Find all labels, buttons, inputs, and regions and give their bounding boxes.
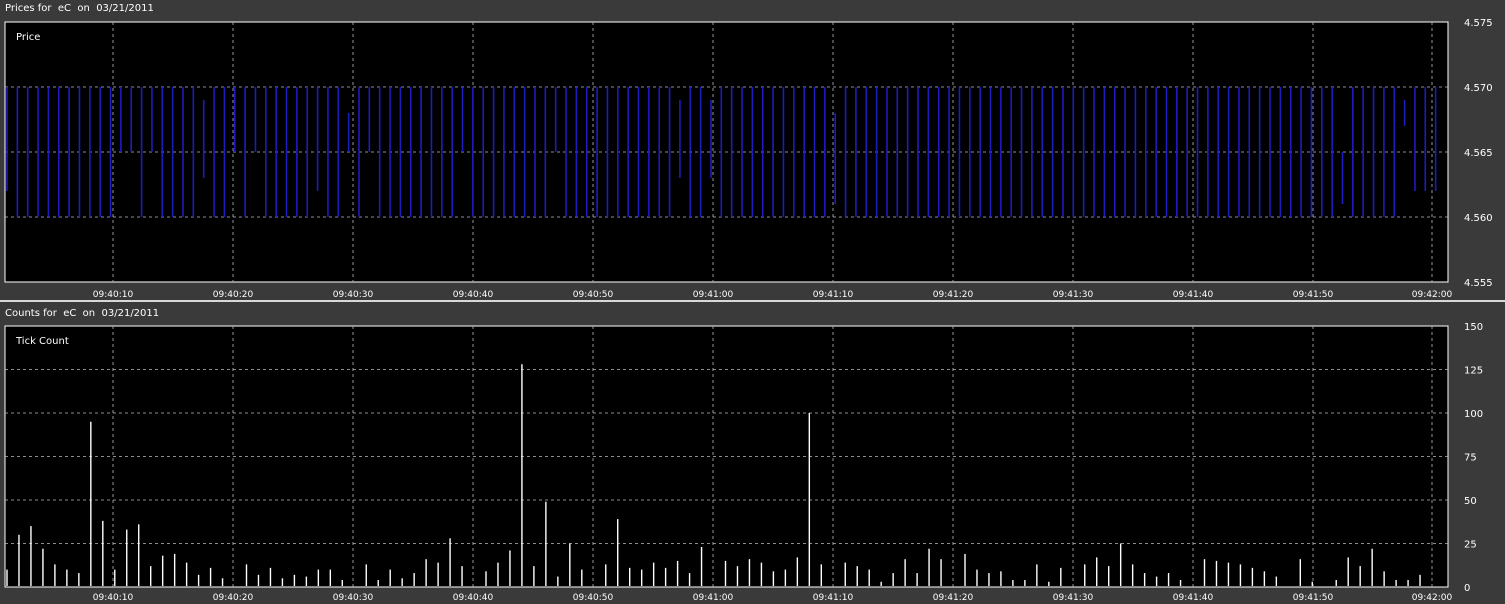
- x-tick-label: 09:41:50: [1293, 290, 1334, 300]
- y-tick-label: 4.560: [1464, 213, 1493, 224]
- x-tick-label: 09:41:00: [693, 290, 734, 300]
- y-tick-label: 100: [1464, 409, 1483, 420]
- y-tick-label: 4.575: [1464, 18, 1493, 29]
- y-tick-label: 0: [1464, 583, 1470, 594]
- y-tick-label: 75: [1464, 453, 1477, 464]
- x-tick-label: 09:40:40: [453, 290, 494, 300]
- y-tick-label: 4.570: [1464, 83, 1493, 94]
- y-tick-label: 4.565: [1464, 148, 1493, 159]
- x-tick-label: 09:42:00: [1412, 290, 1453, 300]
- y-tick-label: 125: [1464, 366, 1483, 377]
- x-tick-label: 09:42:00: [1412, 593, 1453, 603]
- x-tick-label: 09:40:20: [213, 593, 254, 603]
- x-tick-label: 09:40:50: [573, 593, 614, 603]
- x-tick-label: 09:41:30: [1053, 593, 1094, 603]
- x-tick-label: 09:40:50: [573, 290, 614, 300]
- x-tick-label: 09:40:40: [453, 593, 494, 603]
- x-tick-label: 09:41:40: [1173, 290, 1214, 300]
- x-tick-label: 09:41:10: [813, 593, 854, 603]
- x-tick-label: 09:40:10: [93, 290, 134, 300]
- y-tick-label: 150: [1464, 322, 1483, 333]
- x-tick-label: 09:41:40: [1173, 593, 1214, 603]
- x-tick-label: 09:40:30: [333, 290, 374, 300]
- chart-label: Tick Count: [15, 336, 69, 347]
- x-tick-label: 09:41:50: [1293, 593, 1334, 603]
- x-tick-label: 09:41:10: [813, 290, 854, 300]
- x-tick-label: 09:40:10: [93, 593, 134, 603]
- x-tick-label: 09:41:30: [1053, 290, 1094, 300]
- x-tick-label: 09:41:20: [933, 593, 974, 603]
- chart-label: Price: [16, 32, 40, 43]
- y-tick-label: 50: [1464, 496, 1477, 507]
- x-tick-label: 09:40:20: [213, 290, 254, 300]
- y-tick-label: 4.555: [1464, 278, 1493, 289]
- y-tick-label: 25: [1464, 540, 1477, 551]
- x-tick-label: 09:40:30: [333, 593, 374, 603]
- count-chart-title: Counts for eC on 03/21/2011: [5, 308, 160, 319]
- plot-area: [4, 325, 1449, 588]
- price-chart: 09:40:10 09:40:20 09:40:30 09:40:40 09:40:50…: [4, 18, 1493, 300]
- x-tick-label: 09:41:20: [933, 290, 974, 300]
- pane-divider[interactable]: [0, 300, 1505, 302]
- x-tick-label: 09:41:00: [693, 593, 734, 603]
